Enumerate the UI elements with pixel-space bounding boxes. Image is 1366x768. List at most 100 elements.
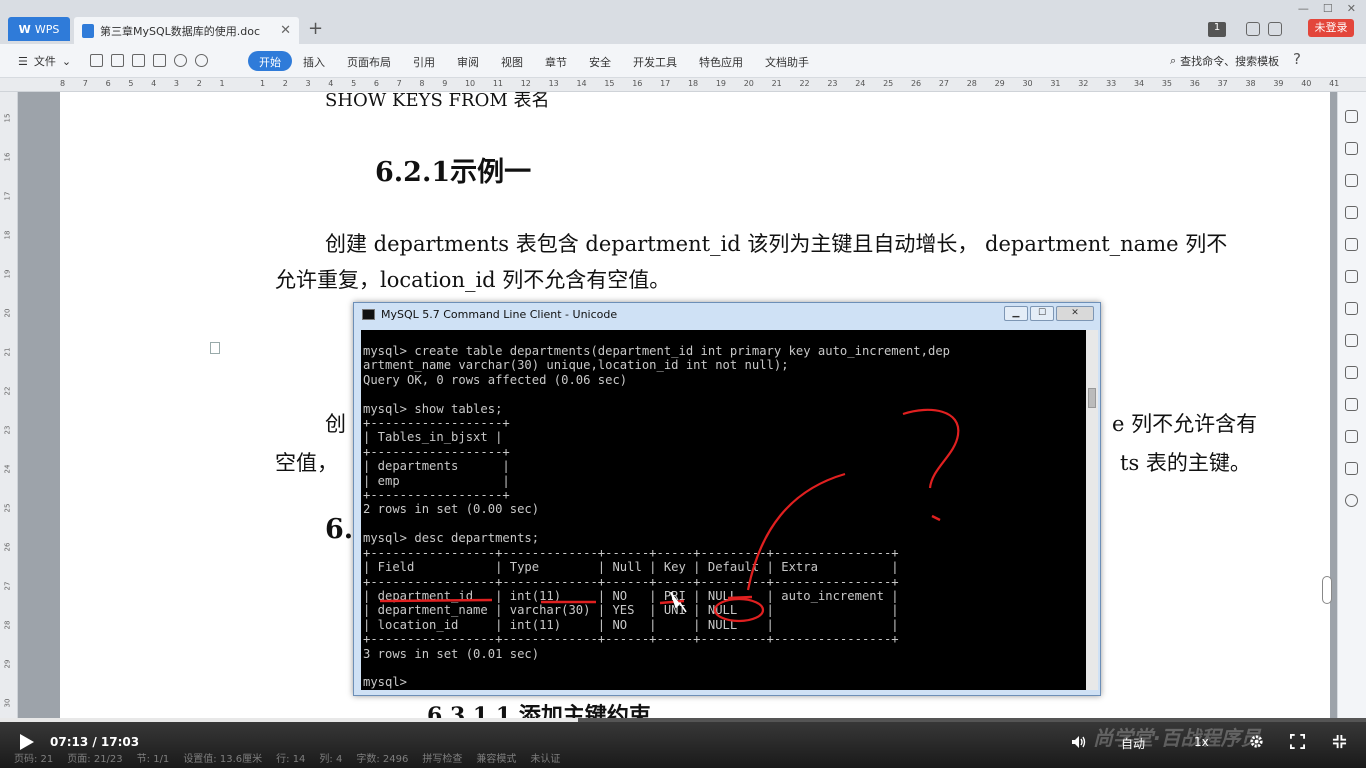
volume-icon[interactable] bbox=[1071, 734, 1087, 750]
mysql-console-window[interactable]: MySQL 5.7 Command Line Client - Unicode … bbox=[353, 302, 1101, 696]
help-circle-icon[interactable] bbox=[1345, 494, 1358, 507]
mysql-maximize-icon[interactable]: ☐ bbox=[1030, 306, 1054, 321]
fullscreen-icon[interactable] bbox=[1290, 734, 1305, 749]
console-output[interactable]: mysql> create table departments(departme… bbox=[361, 330, 1086, 690]
undo-icon[interactable] bbox=[174, 54, 187, 67]
badge-icon[interactable] bbox=[1345, 430, 1358, 443]
send-icon[interactable] bbox=[1345, 462, 1358, 475]
login-button[interactable]: 未登录 bbox=[1308, 19, 1354, 37]
ruler-tick: 2 bbox=[196, 79, 202, 88]
quality-auto-button[interactable]: 自动 bbox=[1121, 735, 1145, 752]
minimize-icon[interactable]: — bbox=[1298, 2, 1309, 15]
close-tab-icon[interactable]: ✕ bbox=[280, 23, 291, 38]
gallery-icon[interactable] bbox=[1345, 238, 1358, 251]
page-count-badge[interactable]: 1 bbox=[1208, 22, 1226, 37]
link-icon[interactable] bbox=[1345, 334, 1358, 347]
console-scroll-thumb[interactable] bbox=[1088, 388, 1096, 408]
shirt-icon[interactable] bbox=[1268, 22, 1282, 36]
paragraph-2-line-1-left: 创 bbox=[325, 412, 346, 436]
progress-fill bbox=[0, 718, 578, 722]
ruler-tick: 7 bbox=[396, 79, 402, 88]
console-text: mysql> create table departments(departme… bbox=[363, 344, 950, 690]
ruler-tick: 27 bbox=[938, 79, 950, 88]
vruler-tick: 15 bbox=[3, 113, 12, 123]
mysql-window-controls: ▁ ☐ ✕ bbox=[1004, 306, 1094, 321]
vruler-tick: 19 bbox=[3, 269, 12, 279]
vruler-tick: 28 bbox=[3, 620, 12, 630]
play-icon[interactable] bbox=[20, 734, 34, 750]
menu-review[interactable]: 审阅 bbox=[446, 51, 490, 71]
status-item: 列: 4 bbox=[319, 754, 343, 765]
console-scrollbar[interactable] bbox=[1086, 330, 1098, 690]
status-item: 节: 1/1 bbox=[136, 754, 170, 765]
menu-security[interactable]: 安全 bbox=[578, 51, 622, 71]
menu-developer[interactable]: 开发工具 bbox=[622, 51, 688, 71]
ruler-tick: 23 bbox=[827, 79, 838, 88]
paragraph-marker-icon[interactable] bbox=[210, 342, 220, 354]
document-tab[interactable]: 第三章MySQL数据库的使用.doc ✕ bbox=[74, 17, 299, 44]
ruler-tick: 39 bbox=[1273, 79, 1284, 88]
ruler-tick: 14 bbox=[576, 79, 587, 88]
file-menu[interactable]: ☰ 文件 ⌄ bbox=[18, 53, 71, 69]
share-icon[interactable] bbox=[1345, 302, 1358, 315]
file-menu-label: 文件 bbox=[33, 55, 56, 68]
status-item: 行: 14 bbox=[276, 754, 306, 765]
paragraph-1-line-1: 创建 departments 表包含 department_id 该列为主键且自… bbox=[325, 232, 1228, 256]
status-item: 拼写检查 bbox=[422, 754, 463, 765]
help-icon[interactable]: ? bbox=[1293, 50, 1301, 68]
chevron-down-icon: ⌄ bbox=[61, 54, 72, 68]
ruler-tick: 22 bbox=[799, 79, 810, 88]
search-icon: ⌕ bbox=[1170, 54, 1177, 67]
menu-view[interactable]: 视图 bbox=[490, 51, 534, 71]
ruler-tick: 30 bbox=[1022, 79, 1033, 88]
redo-icon[interactable] bbox=[195, 54, 208, 67]
edit-icon[interactable] bbox=[1345, 110, 1358, 123]
menu-insert[interactable]: 插入 bbox=[292, 51, 336, 71]
vruler-tick: 26 bbox=[3, 542, 12, 552]
menu-doc-assistant[interactable]: 文档助手 bbox=[754, 51, 820, 71]
wps-home-tab[interactable]: W WPS bbox=[8, 17, 70, 41]
expand-icon[interactable] bbox=[1332, 734, 1347, 749]
horizontal-ruler[interactable]: 8 7 6 5 4 3 2 1 1 2 3 4 5 6 7 8 9 10 11 12 13 14 15 16 17 18 19 20 2… bbox=[0, 78, 1366, 92]
menu-page-layout[interactable]: 页面布局 bbox=[336, 51, 402, 71]
new-tab-button[interactable]: + bbox=[308, 18, 323, 39]
menu-special[interactable]: 特色应用 bbox=[688, 51, 754, 71]
star-icon[interactable] bbox=[1345, 270, 1358, 283]
format-painter-icon[interactable] bbox=[111, 54, 124, 67]
ruler-tick: 40 bbox=[1301, 79, 1312, 88]
command-search[interactable]: ⌕ 查找命令、搜索模板 bbox=[1170, 53, 1279, 69]
skin-icon[interactable] bbox=[1246, 22, 1260, 36]
close-window-icon[interactable]: ✕ bbox=[1347, 2, 1356, 15]
ruler-tick: 8 bbox=[60, 79, 66, 88]
command-search-label: 查找命令、搜索模板 bbox=[1180, 55, 1280, 68]
print-preview-icon[interactable] bbox=[153, 54, 166, 67]
status-item: 兼容模式 bbox=[476, 754, 517, 765]
settings-icon[interactable] bbox=[1345, 206, 1358, 219]
mysql-title-bar[interactable]: MySQL 5.7 Command Line Client - Unicode bbox=[362, 308, 617, 321]
ruler-tick: 5 bbox=[351, 79, 357, 88]
ruler-tick: 5 bbox=[128, 79, 134, 88]
menu-references[interactable]: 引用 bbox=[402, 51, 446, 71]
ruler-tick: 21 bbox=[771, 79, 782, 88]
ruler-tick: 4 bbox=[151, 79, 157, 88]
vruler-tick: 25 bbox=[3, 503, 12, 513]
ruler-tick: 41 bbox=[1329, 79, 1340, 88]
menu-start[interactable]: 开始 bbox=[248, 51, 292, 71]
mysql-close-icon[interactable]: ✕ bbox=[1056, 306, 1094, 321]
shapes-icon[interactable] bbox=[1345, 174, 1358, 187]
vertical-ruler[interactable]: 15 16 17 18 19 20 21 22 23 24 25 26 27 28 29 30 bbox=[0, 92, 18, 718]
image-icon[interactable] bbox=[1345, 398, 1358, 411]
cursor-icon[interactable] bbox=[1345, 142, 1358, 155]
mysql-minimize-icon[interactable]: ▁ bbox=[1004, 306, 1028, 321]
maximize-icon[interactable]: ☐ bbox=[1323, 2, 1333, 15]
archive-icon[interactable] bbox=[1345, 366, 1358, 379]
paragraph-2-line-2-left: 空值， bbox=[275, 451, 338, 475]
menu-chapter[interactable]: 章节 bbox=[534, 51, 578, 71]
ruler-tick: 24 bbox=[855, 79, 866, 88]
playback-speed-button[interactable]: 1x bbox=[1194, 735, 1209, 749]
vertical-scrollbar-thumb[interactable] bbox=[1322, 576, 1332, 604]
print-icon[interactable] bbox=[132, 54, 145, 67]
gear-icon[interactable] bbox=[1249, 734, 1264, 749]
save-icon[interactable] bbox=[90, 54, 103, 67]
ruler-tick: 13 bbox=[548, 79, 559, 88]
